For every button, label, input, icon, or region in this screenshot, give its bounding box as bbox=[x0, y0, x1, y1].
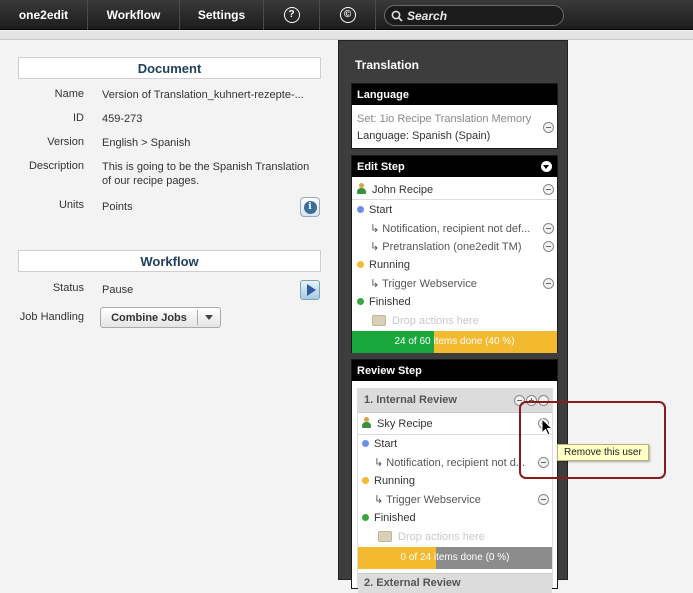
remove-action-icon[interactable] bbox=[538, 494, 549, 505]
version-label: Version bbox=[47, 136, 84, 148]
remove-action-icon[interactable] bbox=[543, 223, 554, 234]
workflow-section-title: Workflow bbox=[18, 250, 321, 272]
language-box: Language Set: 1io Recipe Translation Mem… bbox=[351, 83, 558, 149]
search-input[interactable]: Search bbox=[384, 5, 564, 26]
start-dot-icon bbox=[362, 440, 369, 447]
edit-step-header: Edit Step bbox=[352, 156, 557, 177]
finished-dot-icon bbox=[357, 298, 364, 305]
user-icon bbox=[357, 183, 366, 194]
edit-notification-label: Notification, recipient not def... bbox=[382, 223, 531, 235]
job-handling-value: Combine Jobs bbox=[111, 311, 187, 324]
drop-icon bbox=[378, 531, 392, 542]
edit-start-label: Start bbox=[369, 204, 393, 216]
running-dot-icon bbox=[362, 477, 369, 484]
external-review-header[interactable]: 2. External Review bbox=[358, 573, 552, 593]
status-value: Pause bbox=[102, 284, 134, 296]
start-workflow-button[interactable] bbox=[300, 280, 320, 300]
name-label: Name bbox=[54, 88, 84, 100]
highlight-box bbox=[519, 401, 666, 479]
divider bbox=[352, 199, 557, 200]
review-drop-label: Drop actions here bbox=[398, 531, 485, 543]
document-section-title: Document bbox=[18, 57, 321, 79]
review-start-label: Start bbox=[374, 438, 398, 450]
edit-step-box: Edit Step John Recipe Start ↳ Notificati… bbox=[351, 155, 558, 353]
status-label: Status bbox=[52, 282, 84, 294]
review-notification-label: Notification, recipient not d... bbox=[386, 457, 526, 469]
review-finished-label: Finished bbox=[374, 512, 416, 524]
about-button[interactable]: © bbox=[320, 0, 376, 30]
toolbar-shadow bbox=[0, 31, 693, 40]
edit-running-label: Running bbox=[369, 259, 410, 271]
review-trigger-action[interactable]: ↳ Trigger Webservice bbox=[374, 493, 544, 506]
id-value: 459-273 bbox=[102, 113, 143, 125]
copyright-icon: © bbox=[339, 6, 356, 23]
edit-drop-zone[interactable]: Drop actions here bbox=[372, 315, 577, 327]
mouse-cursor-icon bbox=[541, 418, 553, 436]
translation-panel: Translation Language Set: 1io Recipe Tra… bbox=[338, 40, 568, 593]
review-user-name: Sky Recipe bbox=[377, 418, 433, 430]
top-toolbar: one2edit Workflow Settings ? © bbox=[0, 0, 693, 30]
play-icon bbox=[306, 284, 316, 296]
workflow-menu[interactable]: Workflow bbox=[88, 0, 180, 30]
translation-memory-set: Set: 1io Recipe Translation Memory bbox=[357, 113, 532, 125]
name-value: Version of Translation_kuhnert-rezepte-.… bbox=[102, 89, 304, 101]
review-step-header: Review Step bbox=[352, 360, 557, 381]
search-placeholder: Search bbox=[407, 8, 448, 23]
review-progress-label: 0 of 24 items done (0 %) bbox=[400, 552, 510, 563]
edit-trigger-label: Trigger Webservice bbox=[382, 278, 477, 290]
tooltip: Remove this user bbox=[557, 444, 649, 461]
edit-pretranslation-label: Pretranslation (one2edit TM) bbox=[382, 241, 522, 253]
units-label: Units bbox=[58, 199, 84, 211]
finished-dot-icon bbox=[362, 514, 369, 521]
settings-menu[interactable]: Settings bbox=[180, 0, 264, 30]
language-header: Language bbox=[352, 84, 557, 105]
version-value: English > Spanish bbox=[102, 137, 191, 149]
remove-action-icon[interactable] bbox=[543, 241, 554, 252]
edit-progress-bar: 24 of 60 items done (40 %) bbox=[352, 331, 557, 353]
edit-step-user-name: John Recipe bbox=[372, 184, 434, 196]
search-icon bbox=[391, 10, 403, 22]
remove-action-icon[interactable] bbox=[543, 278, 554, 289]
help-button[interactable]: ? bbox=[264, 0, 320, 30]
job-handling-select[interactable]: Combine Jobs bbox=[100, 307, 221, 328]
edit-step-user: John Recipe bbox=[357, 183, 562, 196]
start-dot-icon bbox=[357, 206, 364, 213]
running-dot-icon bbox=[357, 261, 364, 268]
help-icon: ? bbox=[283, 6, 300, 23]
edit-finished-state: Finished bbox=[357, 296, 562, 308]
info-icon: i bbox=[303, 200, 317, 214]
edit-step-title: Edit Step bbox=[357, 160, 405, 173]
edit-start-state: Start bbox=[357, 204, 562, 216]
settings-label: Settings bbox=[197, 7, 246, 22]
id-label: ID bbox=[73, 112, 84, 124]
translation-panel-title: Translation bbox=[355, 58, 420, 72]
collapse-icon[interactable] bbox=[541, 161, 552, 172]
edit-finished-label: Finished bbox=[369, 296, 411, 308]
review-finished-state: Finished bbox=[362, 512, 552, 524]
job-handling-label: Job Handling bbox=[19, 311, 84, 323]
remove-language-icon[interactable] bbox=[543, 122, 554, 133]
chevron-down-icon bbox=[198, 315, 220, 320]
brand-menu[interactable]: one2edit bbox=[0, 0, 88, 30]
description-line-1: This is going to be the Spanish Translat… bbox=[102, 161, 310, 173]
drop-icon bbox=[372, 315, 386, 326]
remove-user-icon[interactable] bbox=[543, 184, 554, 195]
review-progress-bar: 0 of 24 items done (0 %) bbox=[358, 547, 552, 569]
external-review-title: 2. External Review bbox=[364, 577, 461, 589]
units-info-button[interactable]: i bbox=[300, 197, 320, 217]
brand-label: one2edit bbox=[18, 7, 69, 22]
review-drop-zone[interactable]: Drop actions here bbox=[378, 531, 548, 543]
edit-running-state: Running bbox=[357, 259, 562, 271]
edit-drop-label: Drop actions here bbox=[392, 315, 479, 327]
description-line-2: of our recipe pages. bbox=[102, 175, 200, 187]
workflow-label: Workflow bbox=[106, 7, 161, 22]
user-icon bbox=[362, 417, 371, 428]
language-value: Language: Spanish (Spain) bbox=[357, 130, 491, 142]
review-running-label: Running bbox=[374, 475, 415, 487]
review-trigger-label: Trigger Webservice bbox=[386, 494, 481, 506]
units-value: Points bbox=[102, 201, 133, 213]
description-label: Description bbox=[28, 160, 84, 172]
internal-review-title: 1. Internal Review bbox=[364, 394, 457, 406]
edit-progress-label: 24 of 60 items done (40 %) bbox=[394, 336, 515, 347]
